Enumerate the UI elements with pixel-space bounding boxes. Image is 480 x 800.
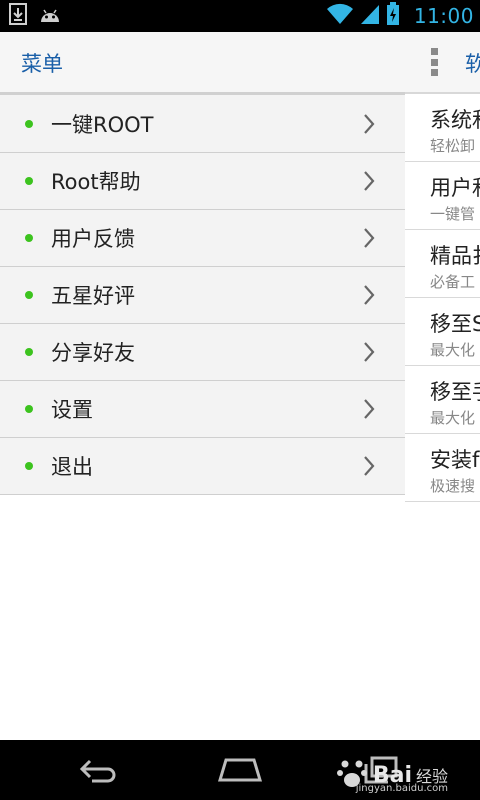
list-item-subtitle: 极速搜 (430, 477, 476, 495)
system-icons: 11:00 (326, 0, 474, 32)
list-item-subtitle: 最大化 (430, 409, 476, 427)
content-panel[interactable]: 软 系统和 轻松卸 用户和 一键管 精品扌 必备工 移至S 最大化 (405, 32, 480, 740)
list-item-title: 用户和 (430, 176, 480, 200)
watermark-url: jingyan.baidu.com (355, 783, 448, 794)
menu-item-label: 分享好友 (51, 341, 135, 365)
menu-item-rate-five-stars[interactable]: 五星好评 (0, 267, 405, 324)
menu-item-settings[interactable]: 设置 (0, 381, 405, 438)
list-item-title: 移至S (430, 312, 480, 336)
menu-item-label: Root帮助 (51, 170, 141, 194)
menu-item-root-help[interactable]: Root帮助 (0, 153, 405, 210)
bullet-dot-icon (25, 462, 33, 470)
screen: 11:00 软 系统和 轻松卸 用户和 一键管 (0, 0, 480, 800)
drawer-menu: 一键ROOT Root帮助 用户反馈 五星好评 分享好友 设置 退出 (0, 95, 405, 495)
list-item[interactable]: 安装f 极速搜 (405, 434, 480, 502)
list-item-subtitle: 必备工 (430, 273, 476, 291)
list-item[interactable]: 系统和 轻松卸 (405, 94, 480, 162)
chevron-right-icon (364, 171, 375, 191)
list-item-title: 安装f (430, 448, 480, 472)
notification-icons (8, 3, 62, 29)
list-item-subtitle: 一键管 (430, 205, 476, 223)
content-list: 系统和 轻松卸 用户和 一键管 精品扌 必备工 移至S 最大化 移至手 最大 (405, 94, 480, 502)
list-item[interactable]: 精品扌 必备工 (405, 230, 480, 298)
menu-item-label: 一键ROOT (51, 112, 154, 137)
menu-item-share[interactable]: 分享好友 (0, 324, 405, 381)
home-icon (217, 758, 263, 782)
menu-item-exit[interactable]: 退出 (0, 438, 405, 495)
battery-icon (386, 2, 400, 30)
back-icon (79, 759, 116, 783)
menu-item-label: 退出 (51, 455, 93, 479)
list-item-title: 系统和 (430, 108, 480, 132)
list-item-subtitle: 最大化 (430, 341, 476, 359)
list-item-title: 移至手 (430, 380, 480, 404)
navigation-drawer: 菜单 一键ROOT Root帮助 用户反馈 五星好评 分享好友 设置 退出 (0, 32, 405, 740)
chevron-right-icon (364, 285, 375, 305)
main-area: 软 系统和 轻松卸 用户和 一键管 精品扌 必备工 移至S 最大化 (0, 32, 480, 740)
bullet-dot-icon (25, 177, 33, 185)
menu-item-label: 用户反馈 (51, 227, 135, 251)
back-button[interactable] (70, 752, 130, 788)
menu-item-one-click-root[interactable]: 一键ROOT (0, 95, 405, 153)
chevron-right-icon (364, 456, 375, 476)
status-bar: 11:00 (0, 0, 480, 32)
wifi-icon (326, 3, 354, 29)
clock: 11:00 (413, 4, 474, 28)
list-item[interactable]: 移至S 最大化 (405, 298, 480, 366)
menu-item-feedback[interactable]: 用户反馈 (0, 210, 405, 267)
signal-icon (360, 3, 380, 29)
bullet-dot-icon (25, 348, 33, 356)
bullet-dot-icon (25, 291, 33, 299)
menu-item-label: 五星好评 (51, 284, 135, 308)
download-icon (8, 3, 28, 29)
list-item[interactable]: 用户和 一键管 (405, 162, 480, 230)
chevron-right-icon (364, 228, 375, 248)
list-item[interactable]: 移至手 最大化 (405, 366, 480, 434)
bullet-dot-icon (25, 405, 33, 413)
android-icon (38, 4, 62, 28)
home-button[interactable] (210, 752, 270, 788)
chevron-right-icon (364, 113, 375, 134)
chevron-right-icon (364, 342, 375, 362)
chevron-right-icon (364, 399, 375, 419)
drawer-title: 菜单 (21, 52, 63, 76)
content-title: 软 (465, 52, 480, 76)
list-item-subtitle: 轻松卸 (430, 137, 476, 155)
overflow-menu-icon[interactable] (431, 48, 439, 76)
drawer-header: 菜单 (0, 32, 405, 95)
list-item-title: 精品扌 (430, 244, 480, 268)
bullet-dot-icon (25, 234, 33, 242)
menu-item-label: 设置 (51, 398, 93, 422)
bullet-dot-icon (25, 119, 33, 128)
content-action-bar: 软 (405, 32, 480, 94)
